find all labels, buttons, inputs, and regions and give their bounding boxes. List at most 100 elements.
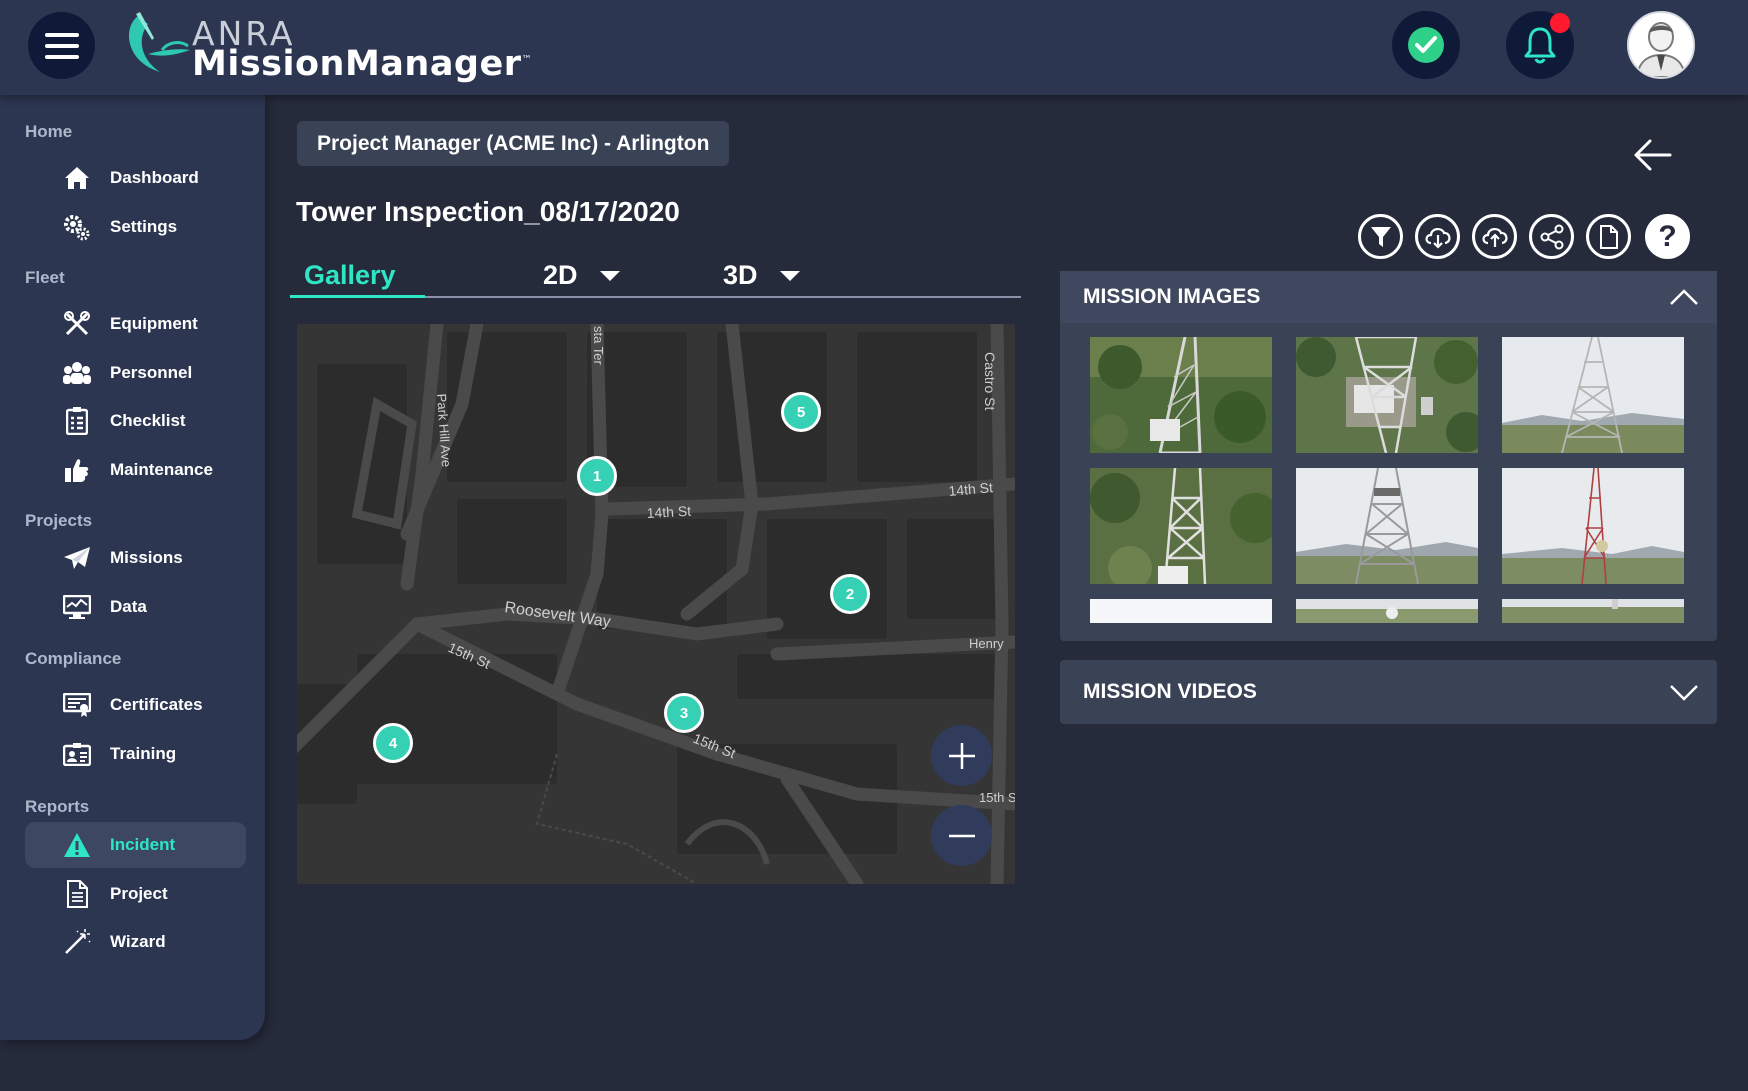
mission-image-2[interactable] — [1296, 337, 1478, 453]
monitor-icon — [57, 592, 97, 622]
bell-icon — [1524, 27, 1556, 64]
map-marker-5[interactable]: 5 — [781, 392, 821, 432]
map-view[interactable]: 14th St 14th St Roosevelt Way 15th St 15… — [297, 324, 1015, 884]
sidebar-section-home: Home — [25, 122, 73, 141]
sidebar-item-label: Wizard — [110, 932, 166, 951]
sidebar-item-label: Maintenance — [110, 460, 213, 479]
tab-gallery[interactable]: Gallery — [290, 255, 425, 296]
sidebar-section-projects: Projects — [25, 511, 93, 530]
status-button[interactable] — [1392, 11, 1460, 79]
mission-videos-header[interactable]: MISSION VIDEOS — [1060, 660, 1717, 724]
chevron-down-icon — [779, 270, 800, 281]
tab-label: 3D — [723, 260, 758, 290]
notifications-button[interactable] — [1506, 11, 1574, 79]
report-button[interactable] — [1586, 214, 1631, 259]
id-card-icon — [57, 739, 97, 769]
logo-trademark: ™ — [521, 54, 532, 66]
map-base-layer: 14th St 14th St Roosevelt Way 15th St 15… — [297, 324, 1015, 884]
tower-photo-image — [1090, 468, 1272, 584]
sidebar-item-label: Certificates — [110, 695, 203, 714]
mission-images-header[interactable]: MISSION IMAGES — [1060, 271, 1717, 323]
share-icon — [1540, 224, 1563, 249]
hamburger-menu-button[interactable] — [28, 12, 95, 79]
sidebar-item-incident[interactable]: Incident — [25, 822, 246, 868]
map-marker-1[interactable]: 1 — [577, 456, 617, 496]
mission-images-title: MISSION IMAGES — [1083, 285, 1261, 308]
sidebar-item-label: Incident — [110, 835, 176, 854]
wand-icon — [57, 927, 97, 957]
chevron-up-icon — [1670, 289, 1698, 305]
page-title: Tower Inspection_08/17/2020 — [296, 196, 680, 227]
tower-photo-image — [1090, 599, 1272, 623]
maintenance-icon — [57, 455, 97, 485]
sidebar-item-personnel[interactable]: Personnel — [25, 350, 246, 396]
people-icon — [57, 358, 97, 388]
mission-image-4[interactable] — [1090, 468, 1272, 584]
sidebar-item-certificates[interactable]: Certificates — [25, 682, 246, 728]
hamburger-icon — [44, 32, 79, 37]
sidebar-item-data[interactable]: Data — [25, 584, 246, 630]
sidebar-item-equipment[interactable]: Equipment — [25, 301, 246, 347]
sidebar-item-settings[interactable]: Settings — [25, 204, 246, 250]
hamburger-line — [44, 43, 79, 48]
view-tabs: Gallery 2D 3D — [290, 255, 1021, 298]
mission-image-3[interactable] — [1502, 337, 1684, 453]
sidebar-section-fleet: Fleet — [25, 268, 65, 287]
download-icon — [1424, 227, 1450, 249]
paper-plane-icon — [57, 543, 97, 573]
sidebar-item-label: Equipment — [110, 314, 198, 333]
back-button[interactable] — [1632, 135, 1672, 175]
sidebar-item-maintenance[interactable]: Maintenance — [25, 447, 246, 493]
map-marker-4[interactable]: 4 — [373, 723, 413, 763]
sidebar-item-wizard[interactable]: Wizard — [25, 919, 246, 965]
filter-button[interactable] — [1358, 214, 1403, 259]
tab-3d[interactable]: 3D — [723, 255, 800, 296]
sidebar-item-project[interactable]: Project — [25, 871, 246, 917]
breadcrumb[interactable]: Project Manager (ACME Inc) - Arlington — [297, 121, 730, 166]
upload-button[interactable] — [1472, 214, 1517, 259]
download-button[interactable] — [1415, 214, 1460, 259]
tower-photo-image — [1090, 337, 1272, 453]
sidebar-section-compliance: Compliance — [25, 649, 122, 668]
anra-logo[interactable]: ANRA MissionManager™ — [118, 10, 532, 85]
hamburger-line — [44, 54, 79, 59]
help-button[interactable]: ? — [1645, 214, 1690, 259]
top-bar: ANRA MissionManager™ — [0, 0, 1748, 95]
tab-label: 2D — [543, 260, 578, 290]
sidebar-section-reports: Reports — [25, 797, 90, 816]
check-circle-icon — [1408, 27, 1444, 63]
sidebar-item-label: Checklist — [110, 411, 186, 430]
sidebar-item-training[interactable]: Training — [25, 731, 246, 777]
mission-videos-title: MISSION VIDEOS — [1083, 680, 1257, 703]
tab-label: Gallery — [304, 260, 396, 290]
tower-photo-image — [1502, 468, 1684, 584]
user-avatar[interactable] — [1627, 11, 1695, 79]
zoom-in-button[interactable] — [931, 725, 992, 786]
map-marker-2[interactable]: 2 — [830, 574, 870, 614]
tab-2d[interactable]: 2D — [543, 255, 620, 296]
mission-image-5[interactable] — [1296, 468, 1478, 584]
sidebar-item-label: Project — [110, 884, 168, 903]
sidebar-item-missions[interactable]: Missions — [25, 535, 246, 581]
logo-name: MissionManager — [192, 44, 522, 84]
minus-icon — [948, 834, 975, 837]
map-marker-3[interactable]: 3 — [664, 693, 704, 733]
mission-image-8[interactable] — [1296, 599, 1478, 623]
share-button[interactable] — [1529, 214, 1574, 259]
sidebar-item-dashboard[interactable]: Dashboard — [25, 155, 246, 201]
gears-icon — [57, 212, 97, 242]
sidebar-item-checklist[interactable]: Checklist — [25, 398, 246, 444]
mission-image-1[interactable] — [1090, 337, 1272, 453]
zoom-out-button[interactable] — [931, 805, 992, 866]
street-label-castro: Castro St — [982, 352, 998, 410]
certificate-icon — [57, 690, 97, 720]
mission-image-6[interactable] — [1502, 468, 1684, 584]
logo-text-bottom: MissionManager™ — [192, 44, 532, 84]
mission-image-7[interactable] — [1090, 599, 1272, 623]
street-label-sta-ter: sta Ter — [591, 326, 606, 365]
mission-image-9[interactable] — [1502, 599, 1684, 623]
tower-photo-image — [1296, 337, 1478, 453]
warning-icon — [57, 830, 97, 860]
chevron-down-icon — [1670, 685, 1698, 701]
user-avatar-icon — [1629, 13, 1693, 77]
